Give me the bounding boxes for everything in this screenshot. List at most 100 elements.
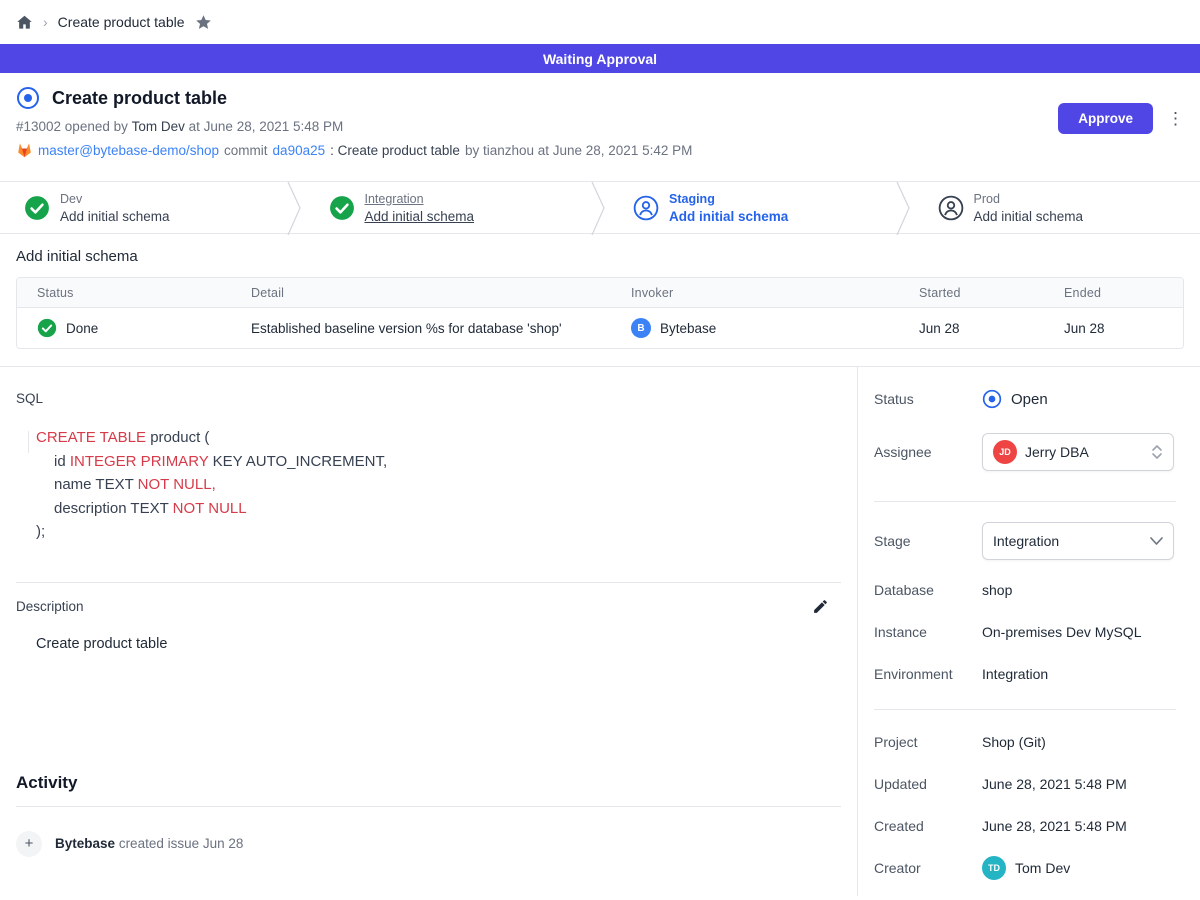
col-invoker: Invoker [631,286,919,300]
stage-integration[interactable]: Integration Add initial schema [305,182,592,233]
description-label: Description [16,599,84,614]
col-started: Started [919,286,1064,300]
stage-value: Integration [993,533,1142,549]
main-content: SQL CREATE TABLE product ( id INTEGER PR… [0,367,858,896]
updated-label: Updated [874,776,982,792]
sql-label: SQL [16,391,841,406]
sql-line: id INTEGER PRIMARY KEY AUTO_INCREMENT, [36,450,841,474]
creator-avatar: TD [982,856,1006,880]
table-row[interactable]: Done Established baseline version %s for… [17,308,1183,348]
page-title: Create product table [52,88,227,109]
project-value[interactable]: Shop (Git) [982,734,1176,750]
task-started: Jun 28 [919,321,1064,336]
section-divider [16,582,841,583]
assignee-select[interactable]: JD Jerry DBA [982,433,1174,471]
assignee-label: Assignee [874,444,982,460]
stage-task: Add initial schema [669,208,788,225]
branch-repo-link[interactable]: master@bytebase-demo/shop [38,143,219,158]
stage-name: Integration [365,191,475,208]
activity-timeline-line [28,431,29,453]
environment-label: Environment [874,666,982,682]
task-status: Done [66,321,98,336]
status-label: Status [874,391,982,407]
project-label: Project [874,734,982,750]
assignee-avatar: JD [993,440,1017,464]
gitlab-icon [16,142,33,158]
stage-task: Add initial schema [365,208,475,225]
issue-open-time: at June 28, 2021 5:48 PM [189,119,344,134]
pipeline-stages: Dev Add initial schema Integration Add i… [0,181,1200,234]
database-label: Database [874,582,982,598]
stage-name: Dev [60,191,170,208]
database-value[interactable]: shop [982,582,1176,598]
home-icon[interactable] [16,14,33,31]
activity-heading: Activity [16,773,841,793]
description-text[interactable]: Create product table [36,636,841,652]
created-label: Created [874,818,982,834]
task-invoker: Bytebase [660,321,716,336]
col-status: Status [17,286,251,300]
sql-line: ); [36,520,841,544]
person-circle-icon [633,195,659,221]
plus-icon: + [16,831,42,857]
commit-hash-link[interactable]: da90a25 [273,143,326,158]
sql-line: description TEXT NOT NULL [36,497,841,521]
instance-value[interactable]: On-premises Dev MySQL [982,624,1176,640]
issue-meta: #13002 opened by Tom Dev at June 28, 202… [16,119,1184,134]
environment-value: Integration [982,666,1176,682]
col-ended: Ended [1064,286,1183,300]
stage-separator [591,182,609,235]
status-banner-text: Waiting Approval [543,51,657,67]
task-table: Status Detail Invoker Started Ended Done… [16,277,1184,349]
sql-line: name TEXT NOT NULL, [36,473,841,497]
invoker-avatar: B [631,318,651,338]
col-detail: Detail [251,286,631,300]
sql-code-block: CREATE TABLE product ( id INTEGER PRIMAR… [36,426,841,544]
person-circle-icon [938,195,964,221]
updated-value: June 28, 2021 5:48 PM [982,776,1176,792]
stage-task: Add initial schema [60,208,170,225]
stage-staging[interactable]: Staging Add initial schema [609,182,896,233]
sidebar-divider [874,501,1176,502]
commit-byline: by tianzhou at June 28, 2021 5:42 PM [465,143,692,158]
task-detail: Established baseline version %s for data… [251,321,631,336]
issue-sidebar: Status Open Assignee JD Jerry DBA Stage [858,367,1200,896]
stage-task: Add initial schema [974,208,1084,225]
stage-label: Stage [874,533,982,549]
sql-line: CREATE TABLE product ( [36,426,841,450]
commit-line: master@bytebase-demo/shop commit da90a25… [16,142,1184,158]
breadcrumb-separator-icon: › [43,14,48,30]
task-section-heading: Add initial schema [0,234,1200,277]
status-banner: Waiting Approval [0,44,1200,73]
check-circle-icon [24,195,50,221]
approve-button[interactable]: Approve [1058,103,1153,134]
star-icon[interactable] [195,14,212,31]
created-value: June 28, 2021 5:48 PM [982,818,1176,834]
stage-dev[interactable]: Dev Add initial schema [0,182,287,233]
more-actions-icon[interactable]: ⋮ [1167,110,1184,127]
activity-item: + Bytebase created issue Jun 28 [16,831,841,857]
stage-name: Prod [974,191,1084,208]
stage-select[interactable]: Integration [982,522,1174,560]
chevron-down-icon [1150,537,1163,545]
activity-action: created issue Jun 28 [119,836,244,851]
issue-id: #13002 opened by [16,119,128,134]
activity-actor: Bytebase [55,836,115,851]
task-table-header: Status Detail Invoker Started Ended [17,278,1183,308]
stage-separator [896,182,914,235]
creator-value: Tom Dev [1015,860,1070,876]
issue-open-icon [16,86,40,110]
creator-label: Creator [874,860,982,876]
assignee-value: Jerry DBA [1025,444,1143,460]
instance-label: Instance [874,624,982,640]
commit-message: : Create product table [330,143,460,158]
check-circle-icon [329,195,355,221]
stage-separator [287,182,305,235]
stage-prod[interactable]: Prod Add initial schema [914,182,1200,233]
edit-pencil-icon[interactable] [812,598,829,615]
check-circle-icon [37,318,57,338]
commit-word: commit [224,143,268,158]
status-value: Open [1011,391,1048,408]
breadcrumb-page-title[interactable]: Create product table [58,14,185,30]
open-status-icon [982,389,1002,409]
